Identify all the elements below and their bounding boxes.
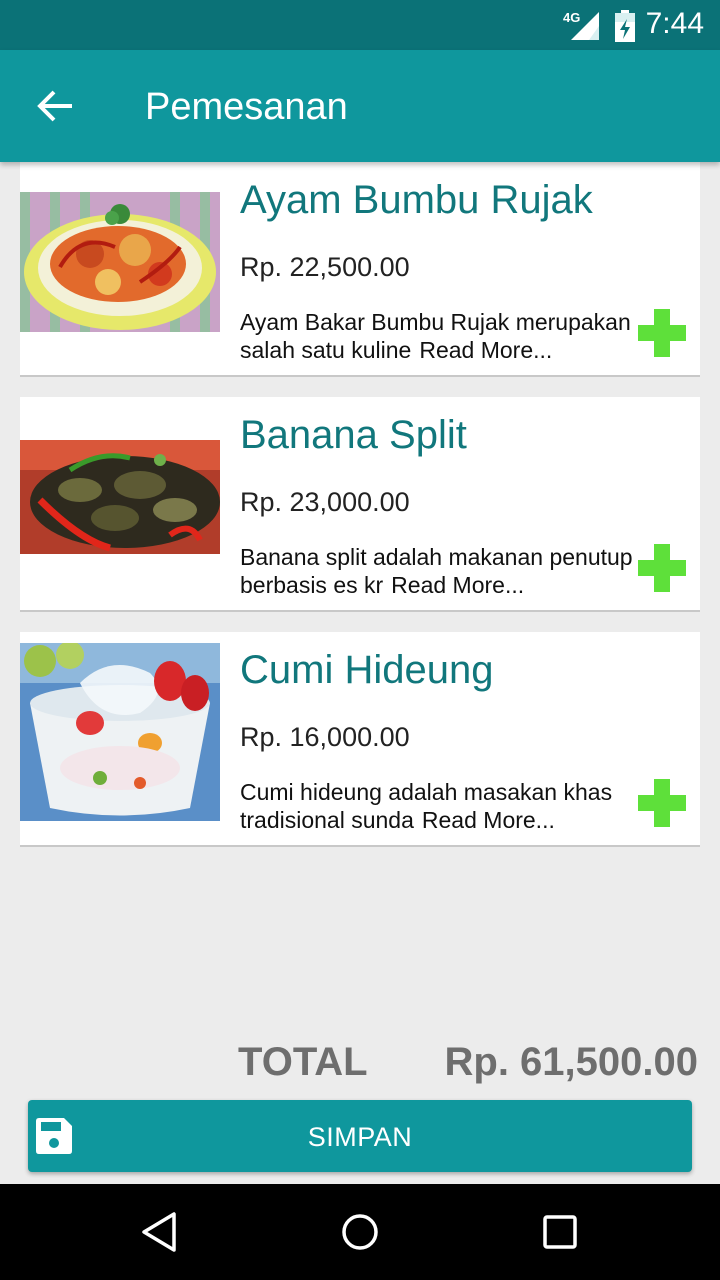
menu-item-card[interactable]: Banana Split Rp. 23,000.00 Banana split … <box>20 397 700 612</box>
save-button-label: SIMPAN <box>307 1122 413 1152</box>
read-more-link[interactable]: Read More... <box>419 337 552 363</box>
navigation-bar <box>0 1184 720 1280</box>
menu-item-card[interactable]: Ayam Bumbu Rujak Rp. 22,500.00 Ayam Baka… <box>20 162 700 377</box>
menu-item-name: Banana Split <box>240 413 467 457</box>
add-icon[interactable] <box>638 544 686 592</box>
menu-item-name: Cumi Hideung <box>240 648 494 692</box>
total-label: TOTAL <box>238 1040 368 1084</box>
app-bar: Pemesanan <box>0 50 720 162</box>
read-more-link[interactable]: Read More... <box>422 807 555 833</box>
menu-item-card[interactable]: Cumi Hideung Rp. 16,000.00 Cumi hideung … <box>20 632 700 847</box>
clock: 7:44 <box>645 7 704 40</box>
back-triangle-icon[interactable] <box>140 1212 180 1252</box>
arrow-left-icon[interactable] <box>36 86 76 126</box>
menu-item-description: Cumi hideung adalah masakan khas tradisi… <box>240 778 660 834</box>
add-icon[interactable] <box>638 309 686 357</box>
add-icon[interactable] <box>638 779 686 827</box>
menu-item-name: Ayam Bumbu Rujak <box>240 178 593 222</box>
total-value: Rp. 61,500.00 <box>444 1040 699 1084</box>
menu-item-price: Rp. 16,000.00 <box>240 722 410 752</box>
home-circle-icon[interactable] <box>340 1212 380 1252</box>
menu-item-price: Rp. 22,500.00 <box>240 252 410 282</box>
save-button[interactable]: SIMPAN <box>28 1100 692 1172</box>
menu-item-description: Banana split adalah makanan penutup berb… <box>240 543 660 599</box>
battery-charging-icon <box>615 10 635 42</box>
food-image <box>20 440 220 554</box>
signal-icon <box>571 12 599 40</box>
menu-item-price: Rp. 23,000.00 <box>240 487 410 517</box>
page-title: Pemesanan <box>145 86 348 128</box>
menu-item-description: Ayam Bakar Bumbu Rujak merupakan salah s… <box>240 308 660 364</box>
food-image <box>20 192 220 332</box>
read-more-link[interactable]: Read More... <box>391 572 524 598</box>
status-bar: 4G 7:44 <box>0 0 720 50</box>
recents-square-icon[interactable] <box>540 1212 580 1252</box>
food-image <box>20 643 220 821</box>
